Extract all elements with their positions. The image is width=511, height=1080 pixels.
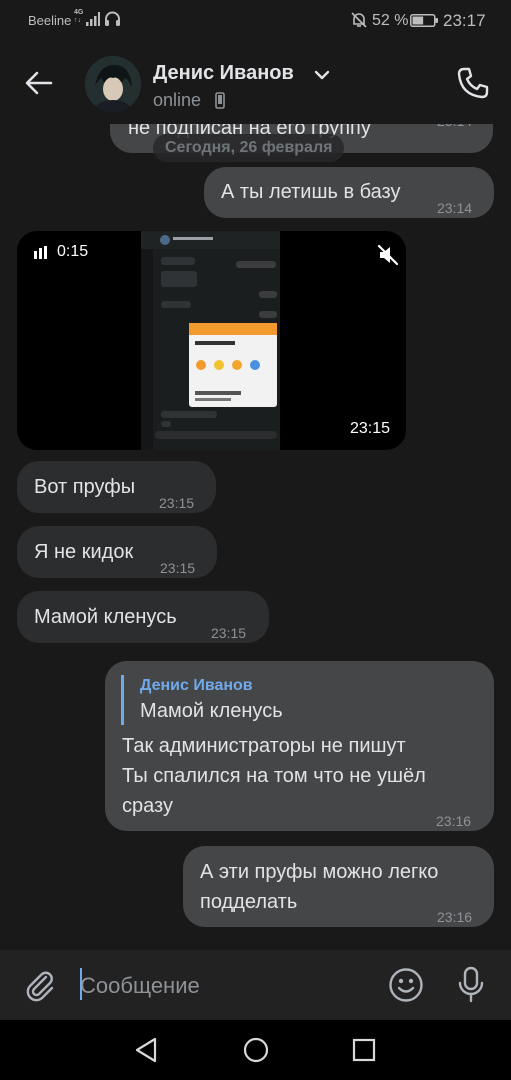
message-text: Я не кидок [34,541,134,563]
battery-icon [410,14,438,27]
message-text: Так администраторы не пишут Ты спалился … [122,735,426,817]
video-duration: 0:15 [57,243,89,260]
signal-icon [86,12,100,26]
message-bubble[interactable]: А ты летишь в базу 23:14 [204,167,494,218]
quote-author: Денис Иванов [140,677,253,694]
nav-recents-icon[interactable] [352,1038,376,1062]
message-composer [0,950,511,1020]
chevron-down-icon[interactable] [314,68,330,82]
carrier-name: Beeline [28,13,72,28]
message-input[interactable] [80,968,370,1004]
message-bubble[interactable]: А эти пруфы можно легко подделать 23:16 [183,846,494,927]
mobile-icon [215,92,225,109]
quote-text: Мамой кленусь [140,700,283,722]
quoted-message[interactable]: Денис Иванов Мамой кленусь [121,675,283,725]
message-text: А эти пруфы можно легко подделать [200,861,439,913]
text-caret [80,968,82,1000]
message-text: Вот пруфы [34,476,136,498]
message-bubble[interactable]: Я не кидок 23:15 [17,526,217,578]
presence-status: online [153,90,202,110]
video-preview-image [141,231,280,450]
chat-header: Денис Иванов online [0,42,511,124]
emoji-icon[interactable] [388,967,424,1003]
message-text: А ты летишь в базу [221,181,401,203]
message-time: 23:16 [436,813,472,829]
message-time: 23:15 [160,560,196,576]
paperclip-icon[interactable] [24,968,56,1002]
video-message[interactable]: 0:15 23:15 [17,231,406,450]
nav-back-icon[interactable] [134,1037,158,1063]
date-divider: Сегодня, 26 февраля [153,134,345,162]
message-bubble[interactable]: Вот пруфы 23:15 [17,461,216,513]
muted-speaker-icon[interactable] [377,243,399,267]
nav-home-icon[interactable] [243,1037,269,1063]
message-list[interactable]: не подписан на его группу 23:14 Сегодня,… [0,124,511,950]
message-time: 23:15 [159,495,195,511]
do-not-disturb-icon [351,12,367,28]
system-navigation-bar [0,1020,511,1080]
message-time: 23:15 [211,625,247,641]
microphone-icon[interactable] [456,966,486,1004]
message-time: 23:16 [437,909,473,925]
avatar-image [85,56,141,112]
phone-icon[interactable] [456,66,490,100]
message-text: Мамой кленусь [34,606,177,628]
contact-name[interactable]: Денис Иванов [153,62,294,85]
battery-percent: 52 % [372,12,409,29]
status-bar: Beeline 4G ↑↓ 52 % 23:17 [0,0,511,42]
back-arrow-icon[interactable] [24,68,54,98]
signal-bars-icon [34,246,47,259]
headphones-icon [105,11,120,26]
video-thumbnail [141,231,280,450]
message-time: 23:14 [437,124,472,136]
network-type: 4G ↑↓ [74,9,84,24]
reply-message-bubble[interactable]: Денис Иванов Мамой кленусь Так администр… [105,661,494,831]
message-time: 23:14 [437,200,473,216]
message-bubble[interactable]: Мамой кленусь 23:15 [17,591,269,643]
status-clock: 23:17 [443,11,486,30]
message-time: 23:15 [350,420,391,437]
avatar[interactable] [85,56,141,112]
